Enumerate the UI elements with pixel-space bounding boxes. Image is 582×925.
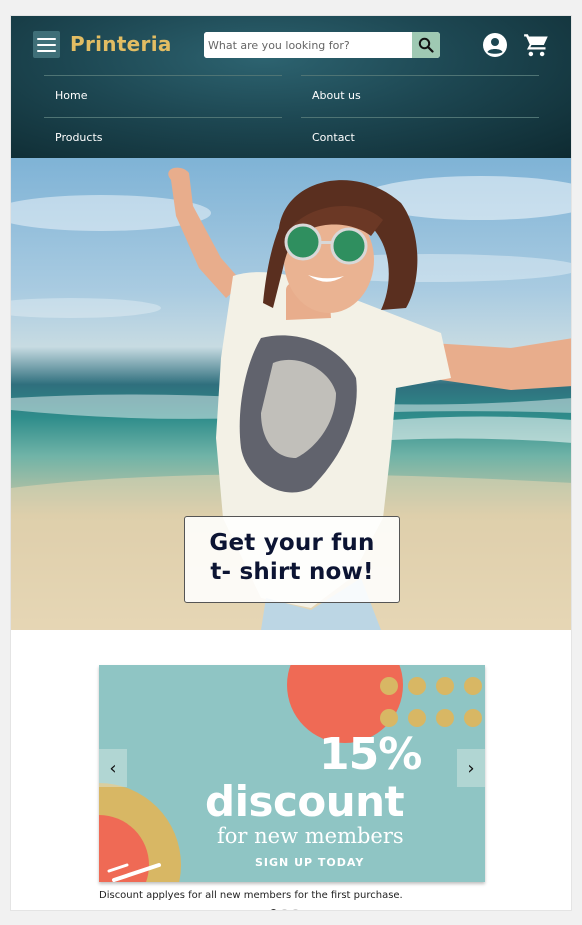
nav-item-contact[interactable]: Contact: [312, 131, 355, 144]
site-header: Printeria Home About us Product: [11, 16, 571, 158]
carousel-next-button[interactable]: ›: [457, 749, 485, 787]
hero-cta-line-1: Get your fun: [209, 530, 375, 556]
search-icon: [418, 37, 434, 53]
search-input[interactable]: [204, 32, 412, 58]
carousel-indicators: [270, 909, 299, 910]
nav-divider: [301, 75, 539, 76]
promo-subline: for new members: [217, 824, 404, 848]
promo-caption: Discount applyes for all new members for…: [99, 890, 403, 901]
promo-graphic: [99, 665, 482, 882]
nav-item-products[interactable]: Products: [55, 131, 103, 144]
nav-divider: [44, 75, 282, 76]
promo-percent: 15%: [319, 729, 422, 780]
search-bar: [204, 32, 440, 58]
promo-signup-link[interactable]: SIGN UP TODAY: [255, 856, 364, 869]
nav-divider: [301, 117, 539, 118]
hero-cta-box[interactable]: Get your fun t- shirt now!: [184, 516, 400, 603]
nav-item-about-us[interactable]: About us: [312, 89, 361, 102]
hero-cta-line-2: t- shirt now!: [210, 559, 374, 585]
account-circle-icon[interactable]: [483, 33, 507, 57]
carousel-prev-button[interactable]: ‹: [99, 749, 127, 787]
nav-item-home[interactable]: Home: [55, 89, 87, 102]
hero-banner: Get your fun t- shirt now!: [11, 158, 571, 630]
promo-headline: discount: [205, 777, 405, 826]
carousel-dot[interactable]: [270, 909, 277, 910]
chevron-right-icon: ›: [467, 757, 475, 779]
carousel-dot[interactable]: [292, 909, 299, 910]
promo-banner[interactable]: 15% discount for new members SIGN UP TOD…: [99, 665, 485, 882]
chevron-left-icon: ‹: [109, 757, 117, 779]
search-button[interactable]: [412, 32, 440, 58]
site-logo[interactable]: Printeria: [70, 32, 172, 56]
shopping-cart-icon[interactable]: [523, 32, 550, 59]
hamburger-menu-icon[interactable]: [33, 31, 60, 58]
carousel-dot[interactable]: [281, 909, 288, 910]
nav-divider: [44, 117, 282, 118]
page: Printeria Home About us Product: [10, 15, 572, 911]
